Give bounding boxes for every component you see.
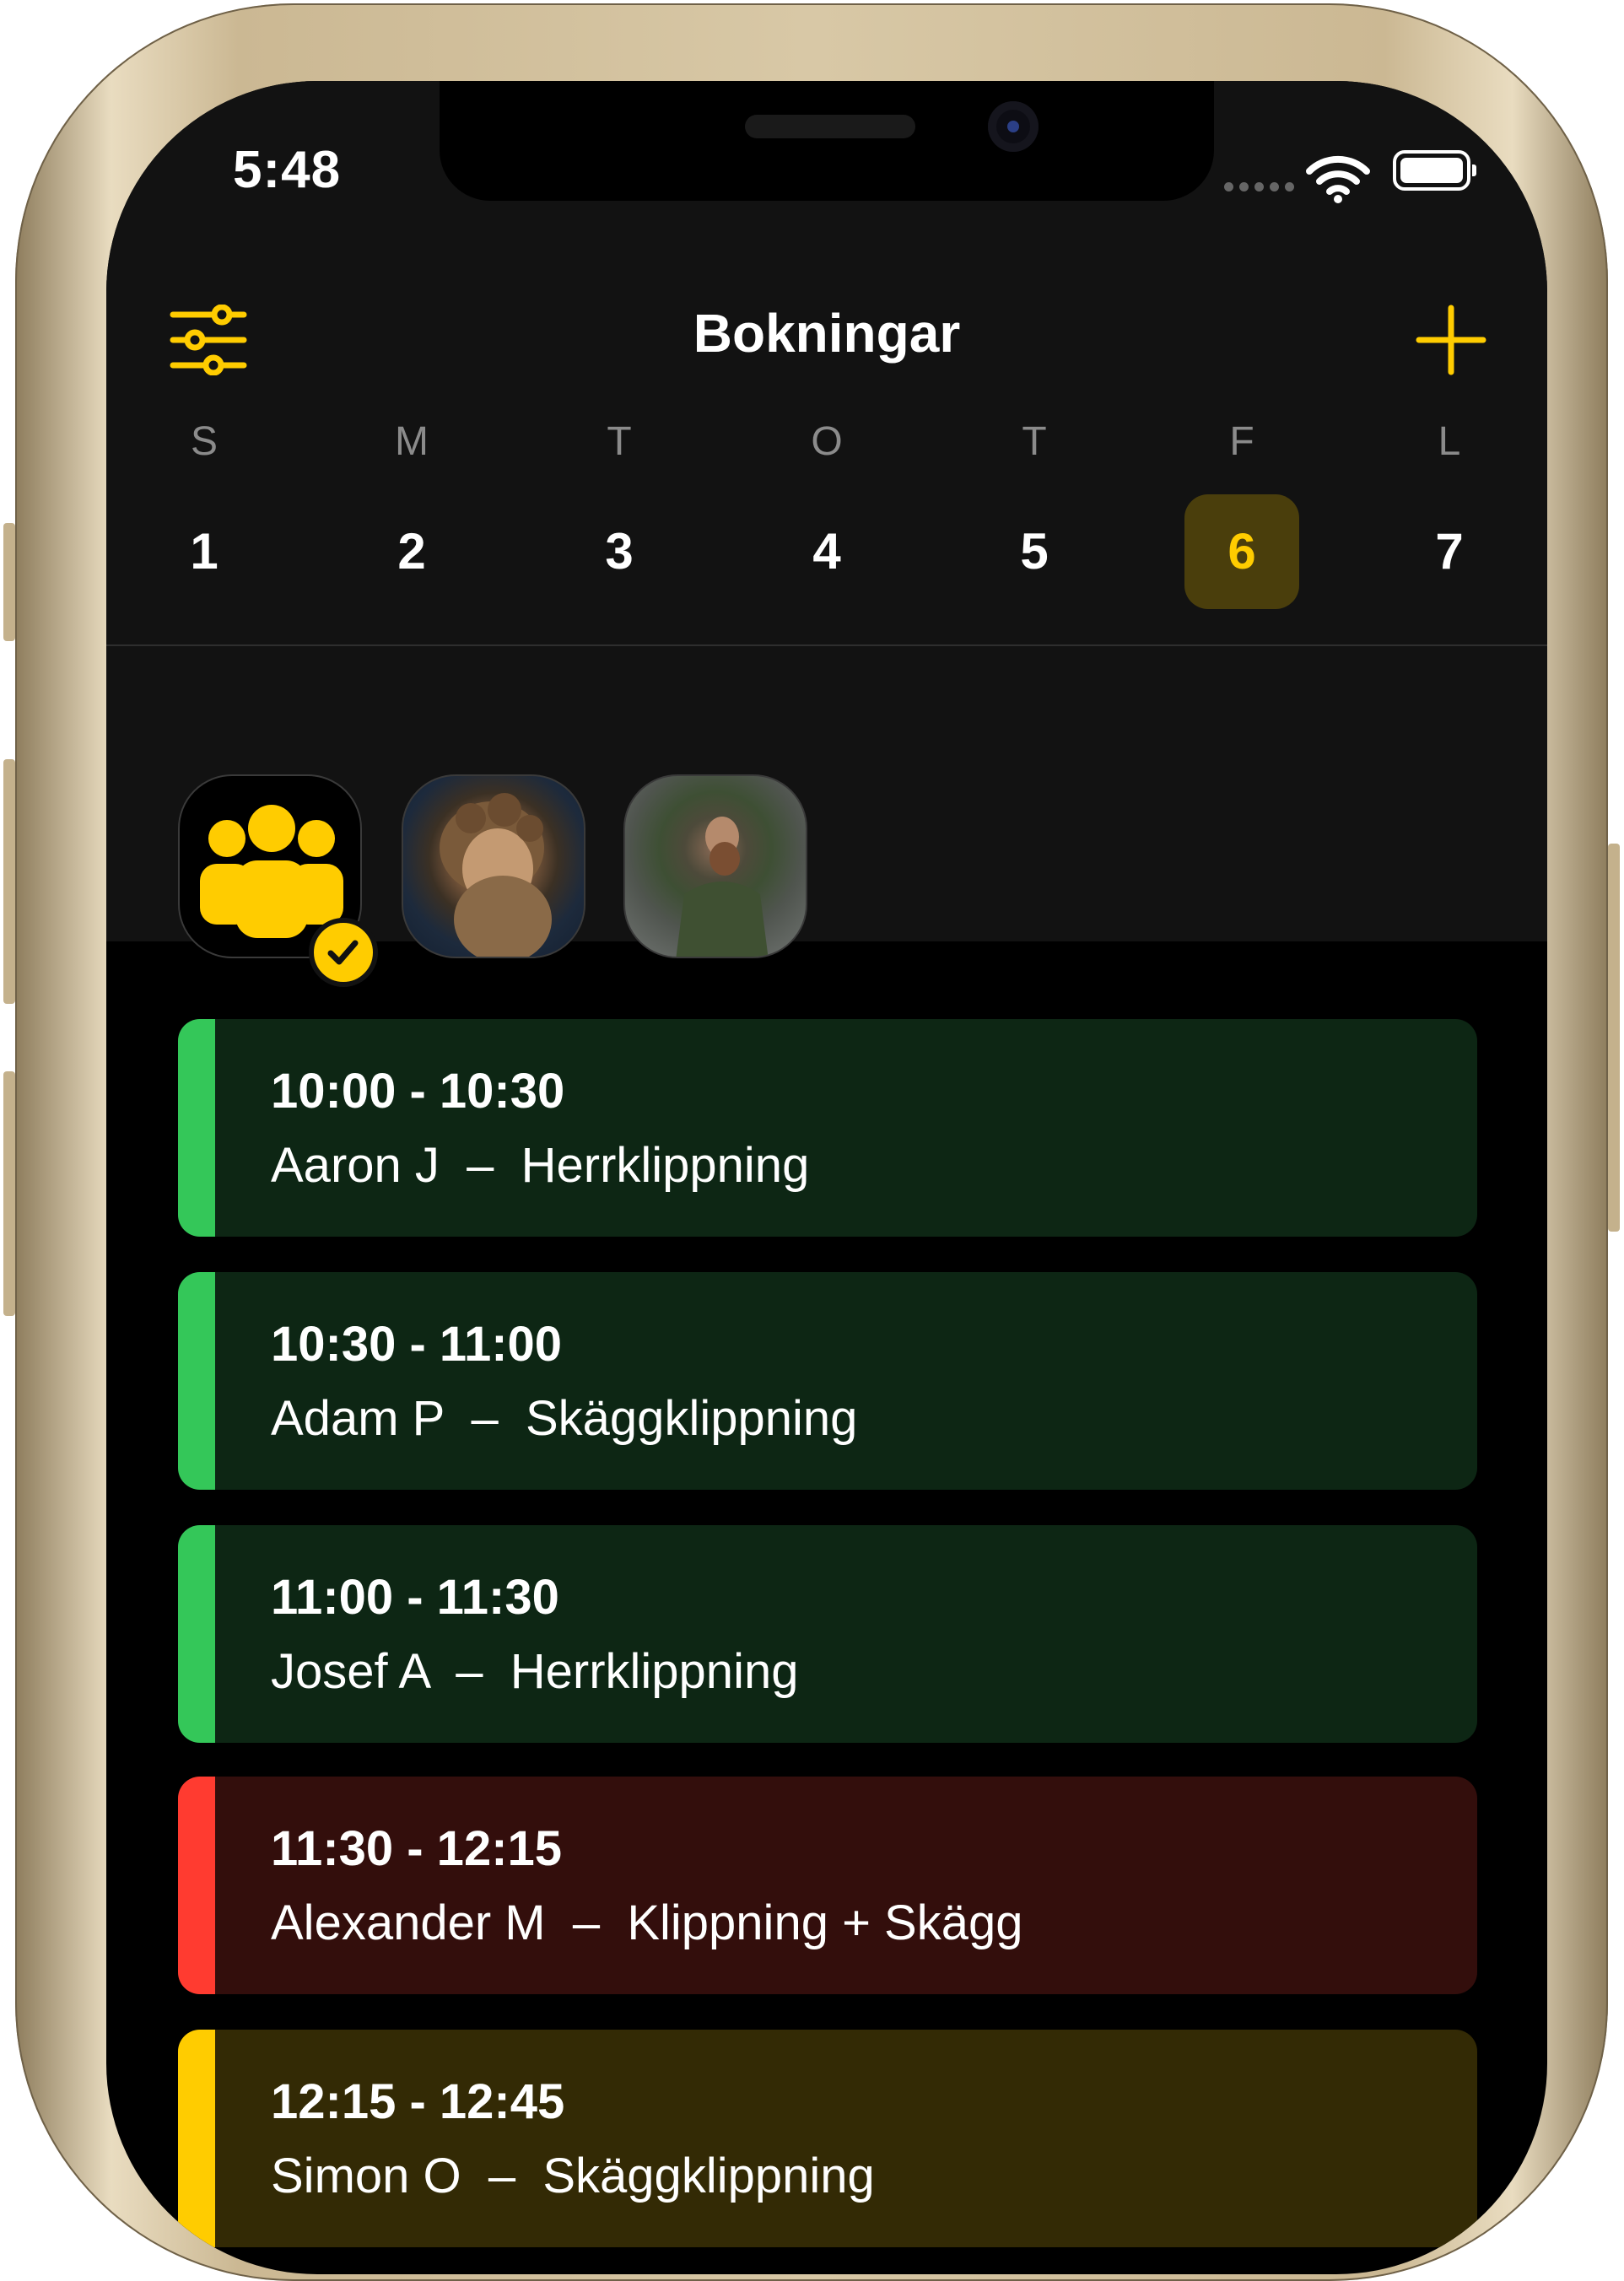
- booking-client: Alexander M: [271, 1895, 546, 1950]
- booking-card[interactable]: 11:30 - 12:15 Alexander M – Klippning + …: [178, 1777, 1477, 1994]
- booking-description: Simon O – Skäggklippning: [271, 2149, 875, 2203]
- phone-screen: 5:48 Bokningar S M T O T F L 1 2 3 4 5 6…: [106, 81, 1547, 2274]
- day-1[interactable]: 1: [147, 494, 262, 609]
- weekday-label: M: [395, 419, 429, 464]
- booking-card[interactable]: 10:00 - 10:30 Aaron J – Herrklippning: [178, 1019, 1477, 1237]
- booking-time: 12:15 - 12:45: [271, 2074, 565, 2129]
- weekday-label: F: [1229, 419, 1254, 464]
- booking-service: Skäggklippning: [542, 2149, 875, 2203]
- booking-service: Klippning + Skägg: [627, 1895, 1023, 1950]
- booking-description: Josef A – Herrklippning: [271, 1644, 799, 1699]
- silent-switch: [3, 523, 15, 641]
- weekday-row: S M T O T F L: [106, 418, 1547, 486]
- power-button: [1608, 844, 1620, 1232]
- booking-service: Herrklippning: [521, 1138, 810, 1193]
- notch: [440, 81, 1214, 201]
- selected-check-icon: [309, 918, 378, 987]
- booking-client: Simon O: [271, 2149, 461, 2203]
- avatar-photo: [676, 817, 769, 957]
- plus-icon[interactable]: [1416, 305, 1486, 375]
- booking-client: Josef A: [271, 1644, 429, 1699]
- page-title: Bokningar: [693, 303, 961, 364]
- battery-icon: [1393, 150, 1476, 191]
- booking-description: Adam P – Skäggklippning: [271, 1391, 858, 1446]
- booking-card[interactable]: 10:30 - 11:00 Adam P – Skäggklippning: [178, 1272, 1477, 1490]
- booking-time: 11:00 - 11:30: [271, 1570, 559, 1625]
- booking-client: Aaron J: [271, 1138, 440, 1193]
- staff-selector: [106, 646, 1547, 987]
- booking-card[interactable]: 11:00 - 11:30 Josef A – Herrklippning: [178, 1525, 1477, 1743]
- wifi-icon: [1306, 155, 1370, 203]
- weekday-label: T: [1022, 419, 1047, 464]
- weekday-label: L: [1438, 419, 1461, 464]
- weekday-label: T: [607, 419, 632, 464]
- booking-description: Aaron J – Herrklippning: [271, 1138, 810, 1193]
- staff-avatar-2[interactable]: [623, 774, 807, 958]
- staff-avatar-1[interactable]: [402, 774, 585, 958]
- speaker-grille: [745, 115, 915, 138]
- day-5[interactable]: 5: [977, 494, 1092, 609]
- volume-down-button: [3, 1071, 15, 1316]
- booking-time: 11:30 - 12:15: [271, 1821, 563, 1876]
- phone-frame: 5:48 Bokningar S M T O T F L 1 2 3 4 5 6…: [15, 3, 1608, 2281]
- day-row: 1 2 3 4 5 6 7: [106, 494, 1547, 612]
- day-4[interactable]: 4: [769, 494, 884, 609]
- signal-icon: [1224, 182, 1294, 191]
- weekday-label: S: [190, 419, 218, 464]
- booking-client: Adam P: [271, 1391, 445, 1446]
- status-bar: [178, 1525, 215, 1743]
- day-7[interactable]: 7: [1392, 494, 1507, 609]
- status-bar: [178, 1019, 215, 1237]
- status-time: 5:48: [233, 141, 342, 199]
- booking-service: Skäggklippning: [525, 1391, 858, 1446]
- avatar-photo: [440, 793, 552, 957]
- booking-description: Alexander M – Klippning + Skägg: [271, 1895, 1023, 1950]
- day-6-selected[interactable]: 6: [1184, 494, 1299, 609]
- status-bar: [178, 2030, 215, 2247]
- day-2[interactable]: 2: [354, 494, 469, 609]
- status-bar: [178, 1272, 215, 1490]
- booking-card[interactable]: 12:15 - 12:45 Simon O – Skäggklippning: [178, 2030, 1477, 2247]
- header-panel: 5:48 Bokningar S M T O T F L 1 2 3 4 5 6…: [106, 81, 1547, 987]
- booking-time: 10:30 - 11:00: [271, 1317, 563, 1372]
- volume-up-button: [3, 759, 15, 1004]
- status-bar: [178, 1777, 215, 1994]
- front-camera: [988, 101, 1039, 152]
- booking-time: 10:00 - 10:30: [271, 1064, 565, 1119]
- booking-service: Herrklippning: [510, 1644, 799, 1699]
- weekday-label: O: [811, 419, 843, 464]
- day-3[interactable]: 3: [562, 494, 677, 609]
